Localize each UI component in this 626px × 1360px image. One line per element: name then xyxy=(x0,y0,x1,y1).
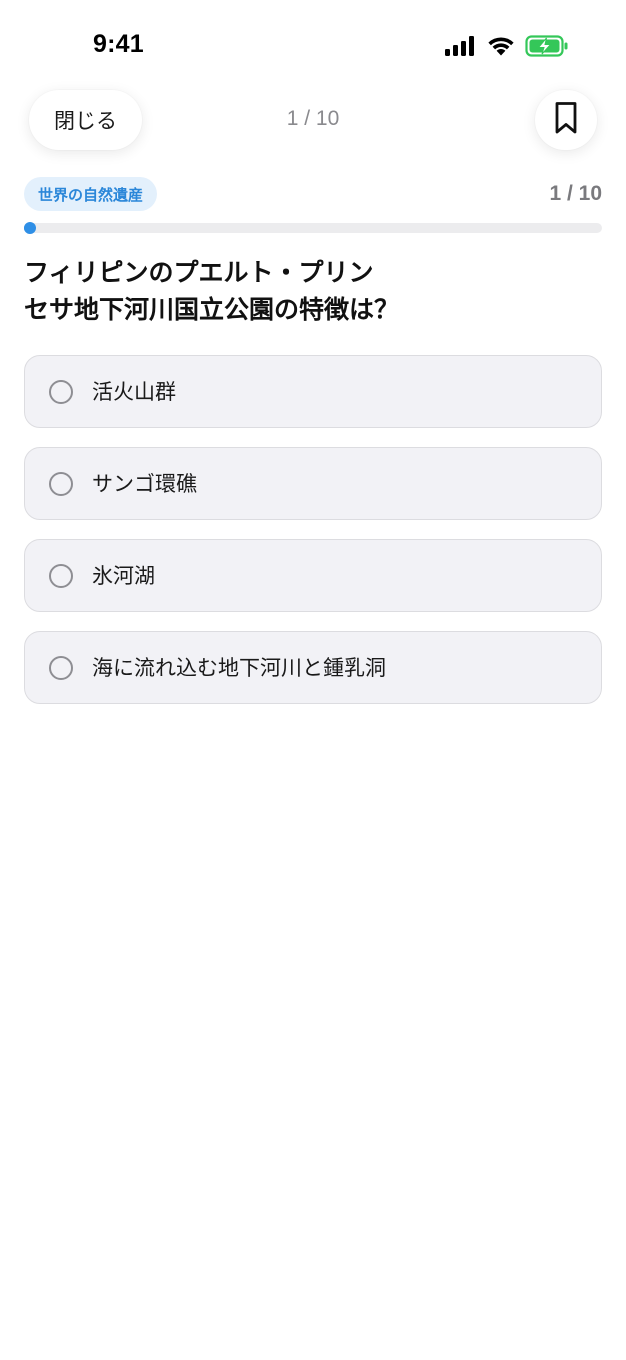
answer-option-label: 活火山群 xyxy=(92,380,176,404)
answer-options: 活火山群 サンゴ環礁 氷河湖 海に流れ込む地下河川と鍾乳洞 xyxy=(24,355,602,723)
radio-unselected-icon[interactable] xyxy=(49,472,73,496)
battery-charging-icon xyxy=(525,35,569,61)
radio-unselected-icon[interactable] xyxy=(49,656,73,680)
question-line: セサ地下河川国立公園の特徴は？ xyxy=(24,295,400,324)
answer-option-label: サンゴ環礁 xyxy=(92,472,197,496)
answer-option-label: 氷河湖 xyxy=(92,564,155,588)
radio-unselected-icon[interactable] xyxy=(49,564,73,588)
answer-option[interactable]: 活火山群 xyxy=(24,355,602,428)
category-badge: 世界の自然遺産 xyxy=(24,177,158,211)
status-icons xyxy=(445,35,569,61)
bookmark-icon xyxy=(554,101,578,139)
question-counter: 1 / 10 xyxy=(549,182,602,205)
question-line: フィリピンのプエルト・プリン xyxy=(24,258,374,287)
cellular-signal-icon xyxy=(445,36,477,60)
status-bar: 9:41 xyxy=(0,0,626,92)
answer-option[interactable]: 氷河湖 xyxy=(24,539,602,612)
top-bar: 閉じる 1 / 10 xyxy=(0,90,626,152)
progress-bar xyxy=(24,222,602,234)
header-progress-text: 1 / 10 xyxy=(286,107,340,130)
question-text: フィリピンのプエルト・プリン セサ地下河川国立公園の特徴は？ xyxy=(24,254,604,328)
bookmark-button[interactable] xyxy=(535,90,597,150)
progress-indicator xyxy=(24,222,36,234)
answer-option[interactable]: サンゴ環礁 xyxy=(24,447,602,520)
status-time: 9:41 xyxy=(93,30,144,58)
answer-option-label: 海に流れ込む地下河川と鍾乳洞 xyxy=(92,656,386,680)
radio-unselected-icon[interactable] xyxy=(49,380,73,404)
wifi-icon xyxy=(487,36,515,60)
answer-option[interactable]: 海に流れ込む地下河川と鍾乳洞 xyxy=(24,631,602,704)
